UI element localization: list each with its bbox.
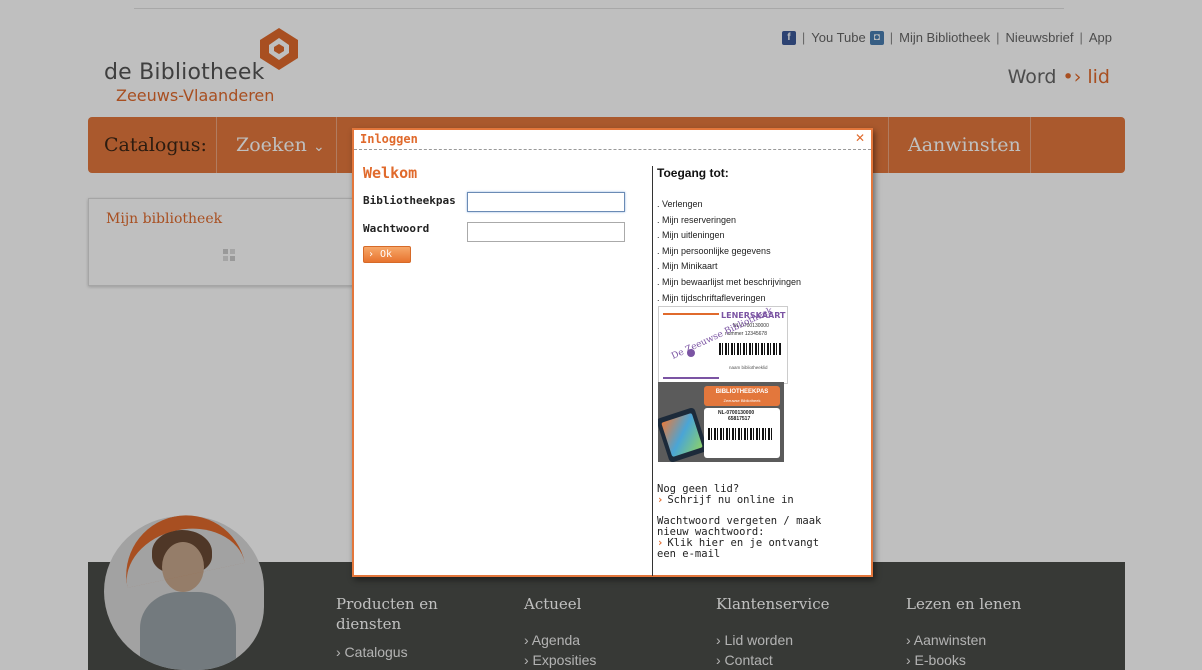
bibliotheekpas-image: BIBLIOTHEEKPAS Zeeuwse Bibliotheek NL-07… <box>658 382 784 462</box>
dialog-header: Inloggen ✕ <box>354 130 871 150</box>
login-dialog: Inloggen ✕ Welkom Bibliotheekpas Wachtwo… <box>352 128 873 577</box>
list-item: . Mijn Minikaart <box>657 261 718 272</box>
card-badge: BIBLIOTHEEKPAS Zeeuwse Bibliotheek <box>704 386 780 406</box>
barcode-icon <box>708 428 774 440</box>
bibliotheekpas-label: Bibliotheekpas <box>363 194 456 207</box>
card-subtitle: Zeeuwse Bibliotheek <box>723 398 761 403</box>
login-form: Welkom Bibliotheekpas Wachtwoord › Ok <box>354 152 652 572</box>
list-item: . Mijn uitleningen <box>657 230 725 241</box>
schrijf-in-label: Schrijf nu online in <box>667 494 794 506</box>
arrow-right-icon: › <box>657 494 664 506</box>
card-number-2: 65817517 <box>728 416 751 422</box>
card-title: BIBLIOTHEEKPAS <box>715 389 769 395</box>
card-dot-icon <box>687 349 695 357</box>
pane-divider <box>652 166 653 576</box>
lenerskaart-image: LENERSKAART NL-0700130000 nummer 1234567… <box>658 306 788 384</box>
access-info: Toegang tot: . Verlengen . Mijn reserver… <box>657 152 869 572</box>
bibliotheekpas-input[interactable] <box>467 192 625 212</box>
list-item: . Mijn tijdschriftafleveringen <box>657 292 766 303</box>
welcome-heading: Welkom <box>363 164 418 182</box>
smartphone-icon <box>658 406 709 462</box>
toegang-list: . Verlengen . Mijn reserveringen . Mijn … <box>657 197 801 306</box>
card-stripe <box>663 313 719 315</box>
barcode-icon <box>719 343 781 355</box>
schrijf-in-link[interactable]: › Schrijf nu online in <box>657 495 794 506</box>
een-email-text: een e-mail <box>657 548 721 560</box>
wachtwoord-label: Wachtwoord <box>363 222 430 235</box>
card-naam: naam bibliotheeklid <box>729 365 768 370</box>
toegang-heading: Toegang tot: <box>657 166 729 180</box>
close-icon[interactable]: ✕ <box>853 131 867 145</box>
wachtwoord-input[interactable] <box>467 222 625 242</box>
ok-button[interactable]: › Ok <box>363 246 411 263</box>
list-item: . Mijn reserveringen <box>657 214 737 225</box>
dialog-title: Inloggen <box>360 132 418 146</box>
list-item: . Mijn bewaarlijst met beschrijvingen <box>657 276 802 287</box>
phone-screen <box>661 412 703 458</box>
list-item: . Mijn persoonlijke gegevens <box>657 245 771 256</box>
card-stripe <box>663 377 719 379</box>
list-item: . Verlengen <box>657 199 703 209</box>
